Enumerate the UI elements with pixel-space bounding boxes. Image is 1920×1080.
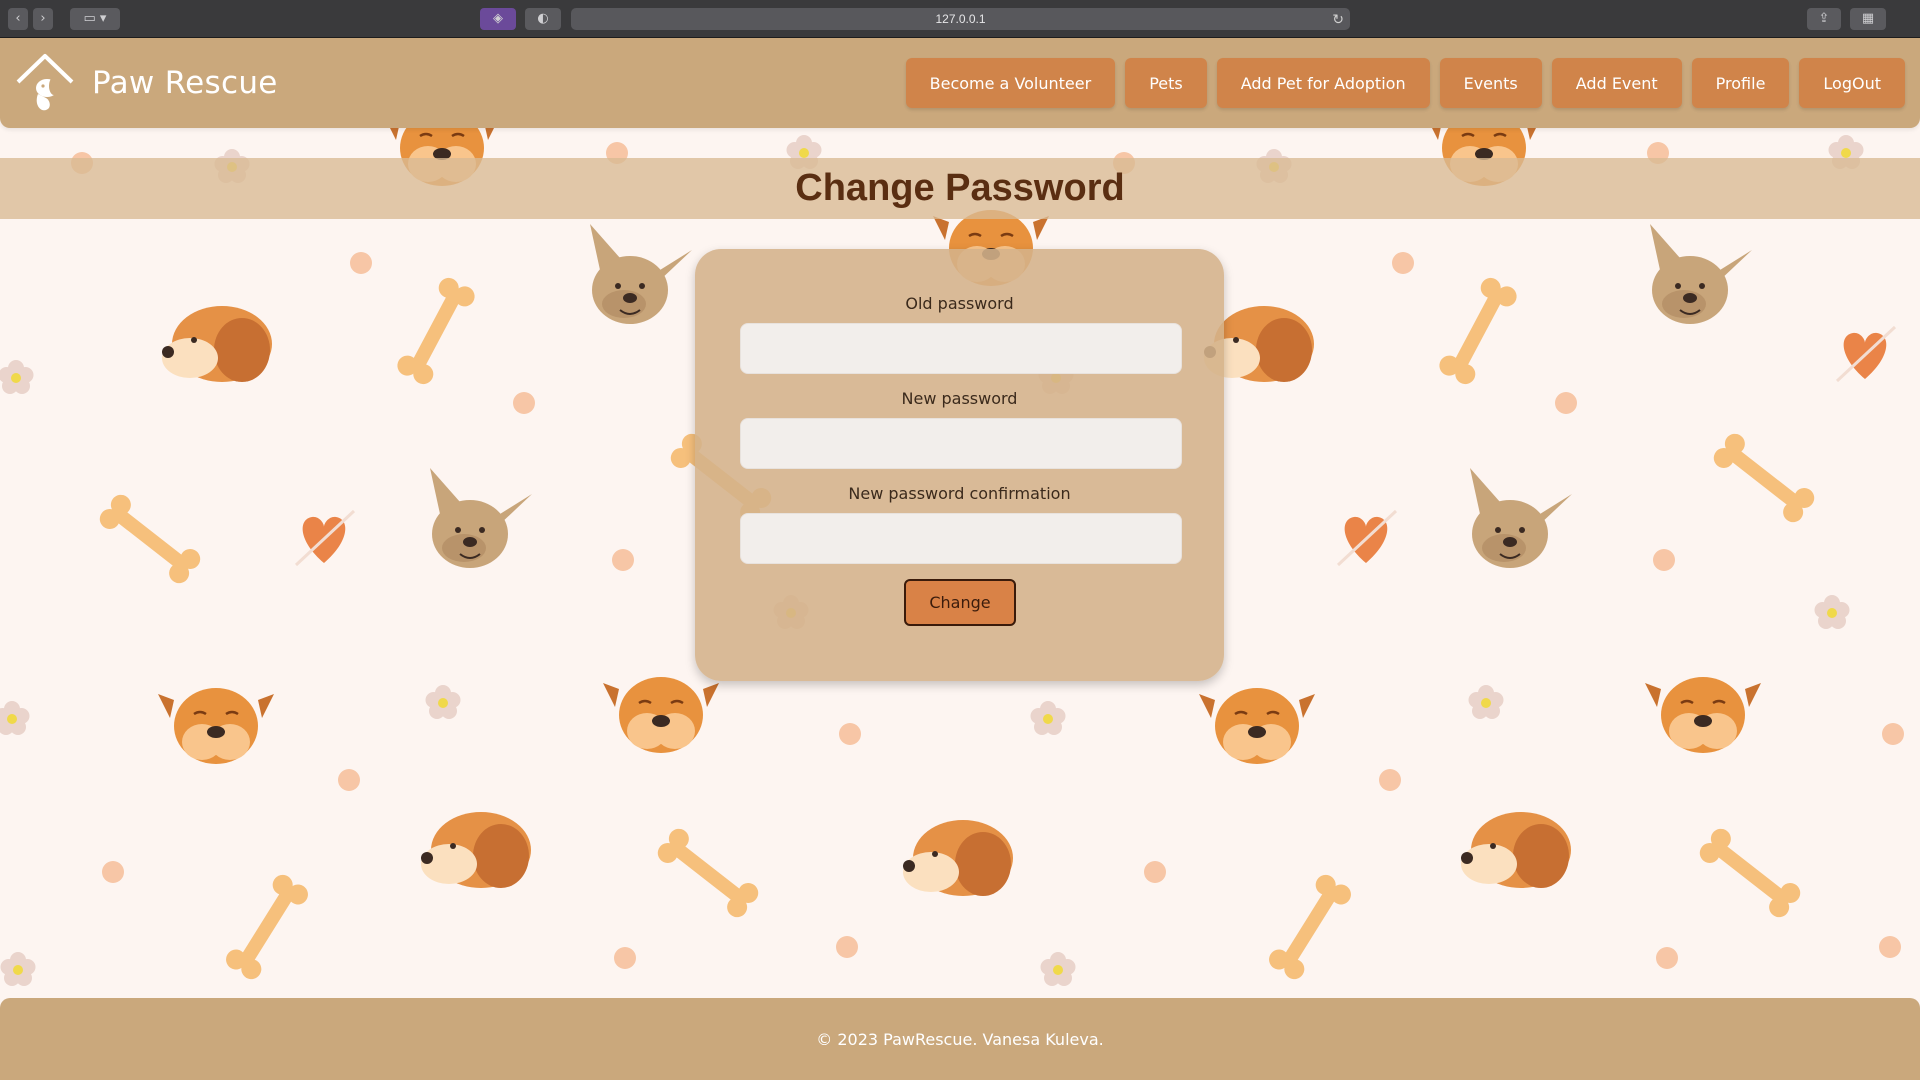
old-password-label: Old password [905, 294, 1014, 313]
back-icon[interactable]: ‹ [8, 8, 28, 30]
address-text: 127.0.0.1 [935, 12, 986, 26]
nav-profile-button[interactable]: Profile [1691, 58, 1790, 108]
reload-icon[interactable]: ↻ [1332, 8, 1344, 30]
nav-menu: Become a Volunteer Pets Add Pet for Adop… [905, 58, 1905, 108]
nav-logout-button[interactable]: LogOut [1799, 58, 1905, 108]
confirm-password-input[interactable] [740, 513, 1182, 564]
privacy-icon[interactable]: ◐ [525, 8, 561, 30]
nav-events-button[interactable]: Events [1439, 58, 1542, 108]
change-password-button[interactable]: Change [904, 579, 1016, 626]
footer-copyright: © 2023 PawRescue. Vanesa Kuleva. [816, 1029, 1104, 1049]
confirm-password-label: New password confirmation [848, 484, 1071, 503]
new-password-label: New password [901, 389, 1018, 408]
browser-toolbar: ‹ › ▭ ▾ ◈ ◐ 127.0.0.1 ↻ ⇪ ▦ [0, 0, 1920, 38]
paw-rescue-logo-icon [16, 54, 74, 111]
sidebar-icon[interactable]: ▭ ▾ [70, 8, 120, 30]
main-navbar: Paw Rescue Become a Volunteer Pets Add P… [0, 38, 1920, 128]
change-password-form: Old password New password New password c… [695, 249, 1224, 681]
title-banner: Change Password [0, 158, 1920, 219]
brand-link[interactable]: Paw Rescue [14, 52, 278, 114]
nav-become-volunteer-button[interactable]: Become a Volunteer [905, 58, 1116, 108]
tabs-overview-icon[interactable]: ▦ [1850, 8, 1886, 30]
page-title: Change Password [795, 167, 1125, 209]
forward-icon[interactable]: › [33, 8, 53, 30]
address-bar[interactable]: 127.0.0.1 ↻ [571, 8, 1350, 30]
nav-add-pet-button[interactable]: Add Pet for Adoption [1216, 58, 1430, 108]
share-icon[interactable]: ⇪ [1807, 8, 1841, 30]
page-footer: © 2023 PawRescue. Vanesa Kuleva. [0, 998, 1920, 1080]
new-password-input[interactable] [740, 418, 1182, 469]
brand-name: Paw Rescue [92, 65, 278, 101]
nav-add-event-button[interactable]: Add Event [1551, 58, 1682, 108]
shield-icon[interactable]: ◈ [480, 8, 516, 30]
nav-pets-button[interactable]: Pets [1125, 58, 1207, 108]
old-password-input[interactable] [740, 323, 1182, 374]
